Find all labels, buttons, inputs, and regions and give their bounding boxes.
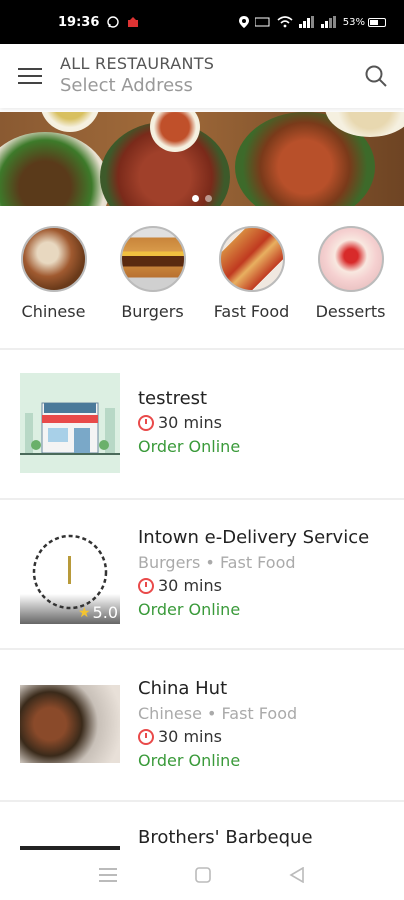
category-burgers[interactable]: Burgers [107, 226, 199, 336]
delivery-time-text: 30 mins [158, 413, 222, 432]
restaurant-image [20, 685, 120, 763]
search-button[interactable] [348, 44, 404, 108]
section-divider [0, 800, 404, 802]
home-icon[interactable] [195, 867, 211, 883]
category-image [20, 226, 87, 292]
rating-badge: ★ 5.0 [78, 603, 118, 622]
status-left: 19:36 [58, 15, 139, 30]
wifi-icon [277, 16, 293, 28]
restaurant-image: ★ 5.0 [20, 524, 120, 624]
restaurant-item[interactable]: China Hut Chinese • Fast Food 30 mins Or… [0, 675, 404, 825]
category-image [317, 226, 384, 292]
category-image [119, 226, 186, 292]
delivery-time-text: 30 mins [158, 576, 222, 595]
category-fast-food[interactable]: Fast Food [206, 226, 298, 336]
rating-value: 5.0 [92, 603, 118, 622]
order-online-link[interactable]: Order Online [138, 599, 369, 621]
delivery-time: 30 mins [138, 726, 297, 748]
whatsapp-icon [107, 16, 120, 28]
search-icon [365, 65, 387, 87]
battery-icon [368, 17, 386, 27]
category-chinese[interactable]: Chinese [8, 226, 100, 336]
battery-indicator: 53% [343, 17, 386, 28]
back-icon[interactable] [289, 867, 305, 883]
location-icon [238, 16, 249, 28]
restaurant-name: Brothers' Barbeque [138, 827, 313, 848]
restaurant-name: testrest [138, 388, 208, 409]
hamburger-menu-icon [18, 68, 42, 84]
signal-icon [298, 16, 314, 28]
delivery-time: 30 mins [138, 575, 369, 597]
delivery-time: 30 mins [138, 412, 240, 434]
signal-icon-2 [320, 16, 336, 28]
promo-banner[interactable] [0, 112, 404, 206]
clock-icon [138, 729, 154, 745]
menu-button[interactable] [0, 44, 60, 108]
pagination-dot[interactable] [192, 195, 199, 202]
restaurant-info: Intown e-Delivery Service Burgers • Fast… [138, 526, 369, 621]
delivery-time-text: 30 mins [158, 727, 222, 746]
section-divider [0, 498, 404, 500]
section-divider [0, 648, 404, 650]
page-title: ALL RESTAURANTS [60, 54, 215, 73]
select-address-field[interactable]: Select Address [60, 74, 348, 98]
category-label: Fast Food [213, 302, 290, 321]
restaurant-item[interactable]: ★ 5.0 Intown e-Delivery Service Burgers … [0, 524, 404, 674]
status-time: 19:36 [58, 14, 100, 30]
category-label: Burgers [121, 302, 184, 321]
app-header: ALL RESTAURANTS Select Address [0, 44, 404, 108]
category-label: Chinese [21, 302, 86, 321]
restaurant-name: Intown e-Delivery Service [138, 527, 370, 548]
recent-apps-icon[interactable] [99, 868, 117, 882]
restaurant-item[interactable]: Brothers' Barbeque [0, 826, 404, 850]
category-image [218, 226, 285, 292]
restaurant-item[interactable]: testrest 30 mins Order Online [0, 373, 404, 523]
restaurant-cuisine: Chinese • Fast Food [138, 704, 298, 723]
food-dish-image [40, 112, 100, 132]
restaurant-info: Brothers' Barbeque [138, 826, 313, 850]
order-online-link[interactable]: Order Online [138, 436, 240, 458]
pagination-dot[interactable] [205, 195, 212, 202]
star-icon: ★ [77, 604, 91, 621]
clock-icon [138, 415, 154, 431]
category-desserts[interactable]: Desserts [305, 226, 397, 336]
restaurant-image [20, 373, 120, 473]
app-notification-icon [128, 17, 139, 27]
section-divider [0, 348, 404, 350]
header-text[interactable]: ALL RESTAURANTS Select Address [60, 54, 348, 98]
order-online-link[interactable]: Order Online [138, 750, 297, 772]
category-label: Desserts [315, 302, 386, 321]
banner-pagination [0, 195, 404, 202]
status-bar: 19:36 53% [0, 0, 404, 44]
status-right: 53% [238, 16, 386, 28]
battery-level: 53% [342, 16, 365, 28]
network-speed-icon [254, 17, 270, 27]
restaurant-info: China Hut Chinese • Fast Food 30 mins Or… [138, 677, 297, 772]
restaurant-name: China Hut [138, 678, 228, 699]
clock-icon [138, 578, 154, 594]
restaurant-info: testrest 30 mins Order Online [138, 387, 240, 458]
store-illustration [20, 373, 120, 473]
restaurant-cuisine: Burgers • Fast Food [138, 553, 296, 572]
category-list: Chinese Burgers Fast Food Desserts [0, 226, 404, 336]
system-nav-bar [0, 850, 404, 900]
